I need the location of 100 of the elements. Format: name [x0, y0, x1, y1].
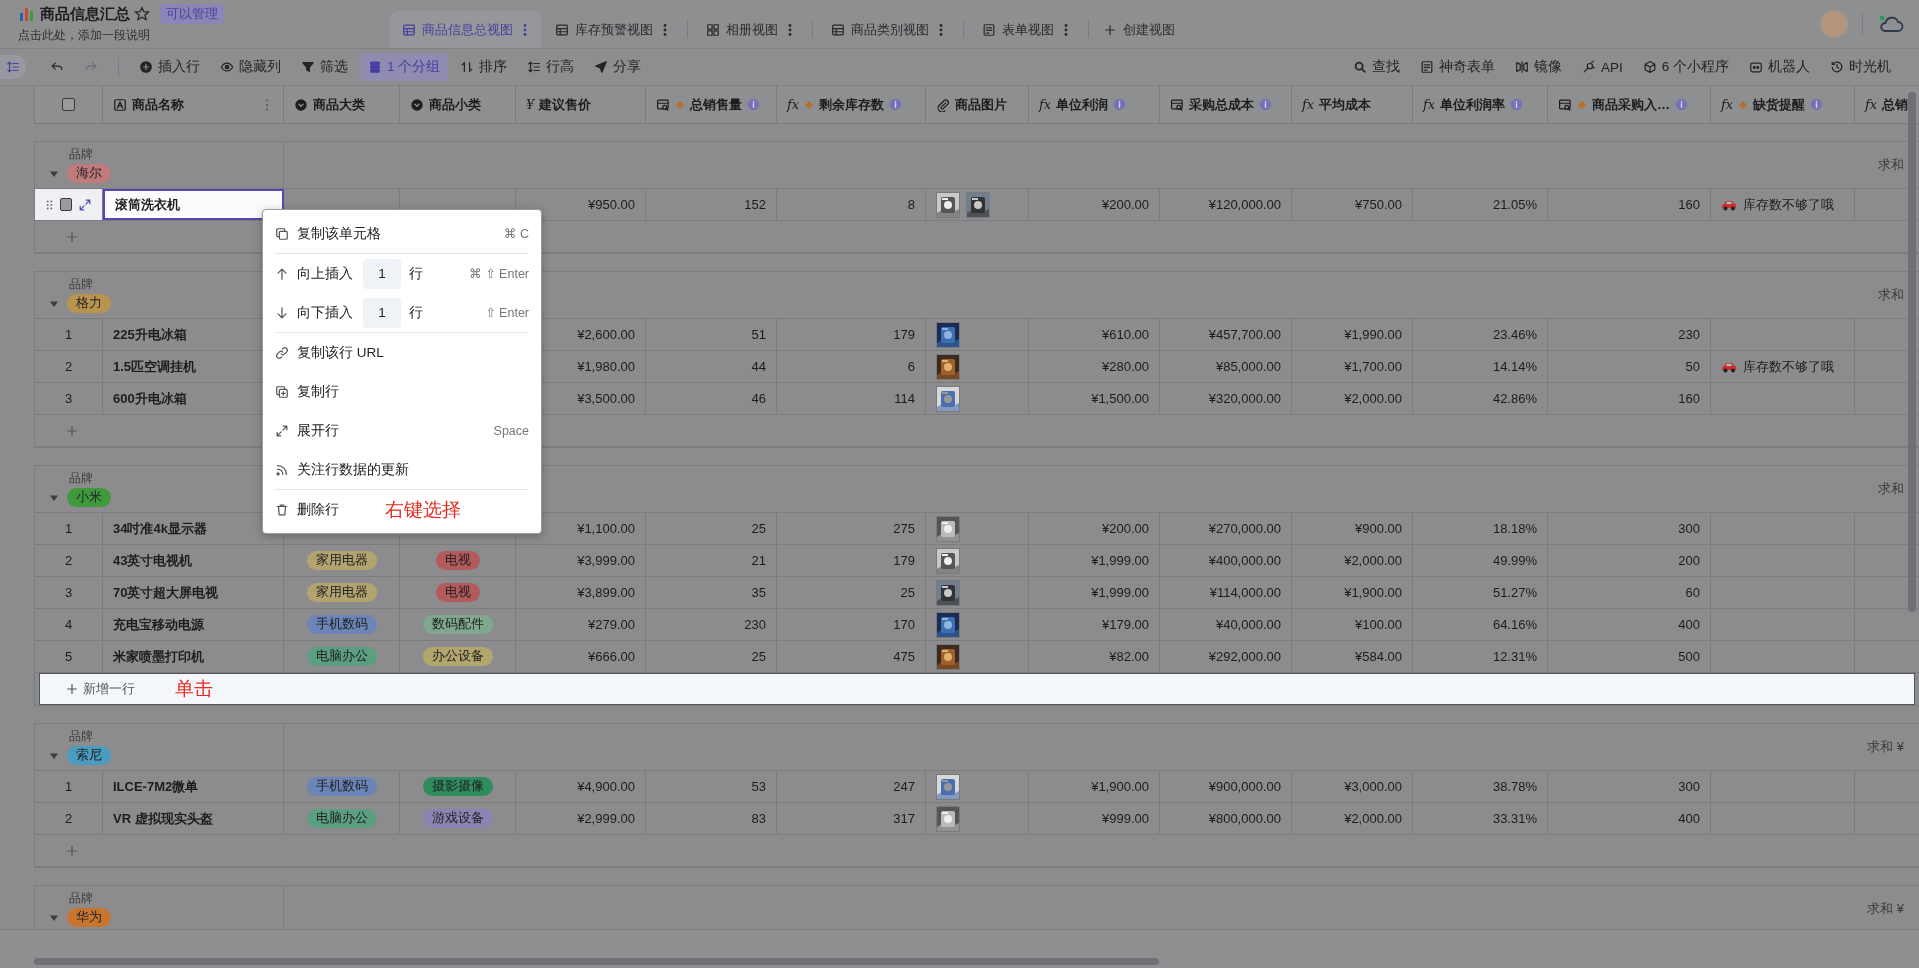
add-row-button[interactable] [65, 229, 79, 244]
toolbar-button[interactable]: 排序 [452, 53, 516, 81]
brand-tag: 海尔 [67, 164, 111, 183]
table-cell: ¥2,999.00 [516, 803, 646, 834]
annotation-text: 右键选择 [385, 497, 461, 522]
toolbar-button[interactable]: 筛选 [293, 53, 356, 81]
menu-item[interactable]: 向上插入 [297, 264, 353, 283]
info-icon[interactable] [1113, 98, 1127, 111]
column-header[interactable]: 缺货提醒 [1753, 95, 1806, 114]
menu-item[interactable]: 展开行 [297, 421, 339, 440]
checkbox[interactable] [62, 98, 75, 111]
toolbar-button[interactable]: 机器人 [1741, 53, 1818, 81]
table-cell[interactable]: 充电宝移动电源 [103, 609, 284, 640]
column-header[interactable]: 总销售量 [690, 95, 742, 114]
table-cell: ¥320,000.00 [1160, 383, 1292, 414]
field-type-icon: fx [1865, 97, 1878, 112]
table-cell: 14.14% [1413, 351, 1548, 382]
column-header[interactable]: 单位利润率 [1440, 95, 1506, 114]
info-icon[interactable] [747, 98, 760, 111]
table-cell: ¥2,000.00 [1292, 383, 1413, 414]
add-row-button[interactable]: 新增一行 [65, 680, 135, 698]
table-cell: ¥900.00 [1292, 513, 1413, 544]
summary-label[interactable]: 求和 ¥ [1867, 738, 1904, 756]
info-icon[interactable] [1675, 98, 1688, 111]
table-cell: 60 [1548, 577, 1711, 608]
create-view-button[interactable]: 创建视图 [1095, 11, 1183, 48]
summary-label[interactable]: 求和 [1878, 286, 1904, 304]
summary-label[interactable]: 求和 ¥ [1867, 900, 1904, 918]
view-tab[interactable]: 库存预警视图 [543, 11, 681, 48]
toolbar-button[interactable]: 6 个小程序 [1634, 53, 1737, 81]
toolbar-button[interactable]: 镜像 [1506, 53, 1570, 81]
table-cell[interactable]: 滚筒洗衣机 [103, 189, 284, 220]
view-tab[interactable]: 表单视图 [970, 11, 1082, 48]
menu-item[interactable]: 复制该行 URL [297, 343, 384, 362]
table-cell: 12.31% [1413, 641, 1548, 672]
column-header[interactable]: 建议售价 [539, 95, 592, 114]
column-header[interactable]: 商品小类 [429, 95, 481, 114]
mirror-icon [1514, 60, 1529, 74]
scrollbar[interactable] [34, 958, 1159, 965]
toolbar-button[interactable]: 时光机 [1822, 53, 1899, 81]
car-icon [1721, 198, 1737, 211]
table-cell[interactable]: 43英寸电视机 [103, 545, 284, 576]
row-number: 1 [64, 779, 73, 794]
checkbox[interactable] [60, 198, 72, 211]
toolbar-button[interactable]: 神奇表单 [1411, 53, 1503, 81]
toolbar-button[interactable]: 1 个分组 [360, 53, 449, 81]
column-header[interactable]: 单位利润 [1056, 95, 1109, 114]
menu-item[interactable]: 复制该单元格 [297, 224, 381, 243]
category-tag: 电脑办公 [306, 647, 377, 666]
shortcut-text: ⇧ Enter [485, 305, 529, 320]
table-cell[interactable]: ILCE-7M2微单 [103, 771, 284, 802]
count-field[interactable]: 1 [363, 258, 401, 289]
menu-item[interactable]: 复制行 [297, 382, 339, 401]
column-header[interactable]: 总销 [1882, 95, 1909, 114]
table-cell[interactable]: 70英寸超大屏电视 [103, 577, 284, 608]
table-cell: 300 [1548, 513, 1711, 544]
expand-icon[interactable] [78, 197, 92, 212]
menu-item[interactable]: 向下插入 [297, 303, 353, 322]
add-row-button[interactable] [65, 843, 79, 858]
view-tab[interactable]: 相册视图 [694, 11, 806, 48]
toolbar-button[interactable]: 查找 [1344, 53, 1408, 81]
group-field-label: 品牌 [69, 277, 94, 292]
star-icon[interactable] [134, 6, 150, 22]
toolbar-button[interactable]: API [1573, 53, 1631, 81]
toolbar-button[interactable]: 隐藏列 [212, 53, 289, 81]
summary-label[interactable]: 求和 [1878, 480, 1904, 498]
view-tab[interactable]: 商品信息总视图 [390, 11, 541, 48]
table-cell: ¥40,000.00 [1160, 609, 1292, 640]
view-tab[interactable]: 商品类别视图 [819, 11, 957, 48]
sidebar-toggle[interactable] [0, 55, 26, 79]
table-cell: 230 [646, 609, 777, 640]
scrollbar[interactable] [1908, 92, 1916, 612]
toolbar-button[interactable]: 分享 [586, 53, 650, 81]
info-icon[interactable] [1810, 98, 1824, 111]
category-tag: 数码配件 [422, 615, 493, 634]
column-header[interactable]: 采购总成本 [1189, 95, 1254, 114]
menu-item[interactable]: 删除行 [297, 500, 339, 519]
table-cell[interactable]: VR 虚拟现实头盔 [103, 803, 284, 834]
column-header[interactable]: 商品图片 [955, 95, 1007, 114]
column-header[interactable]: 平均成本 [1319, 95, 1372, 114]
column-header[interactable]: 剩余库存数 [819, 95, 885, 114]
table-cell: ¥200.00 [1029, 513, 1160, 544]
count-field[interactable]: 1 [363, 297, 401, 328]
info-icon[interactable] [1510, 98, 1524, 111]
add-row-button[interactable] [65, 423, 79, 438]
table-cell[interactable]: 米家喷墨打印机 [103, 641, 284, 672]
description-text[interactable]: 点击此处，添加一段说明 [18, 27, 390, 44]
table-cell: ¥610.00 [1029, 319, 1160, 350]
toolbar-button[interactable]: 行高 [519, 53, 583, 81]
group-field-label: 品牌 [69, 729, 94, 744]
info-icon[interactable] [1259, 98, 1272, 111]
column-header[interactable]: 商品采购入… [1592, 95, 1670, 114]
menu-item[interactable]: 关注行数据的更新 [297, 460, 409, 479]
toolbar-button[interactable]: 插入行 [131, 53, 208, 81]
column-header[interactable]: 商品大类 [313, 95, 365, 114]
table-cell: ¥120,000.00 [1160, 189, 1292, 220]
column-header[interactable]: 商品名称 [132, 95, 184, 114]
summary-label[interactable]: 求和 [1878, 156, 1904, 174]
alert-text: 库存数不够了哦 [1743, 357, 1834, 376]
info-icon[interactable] [889, 98, 903, 111]
